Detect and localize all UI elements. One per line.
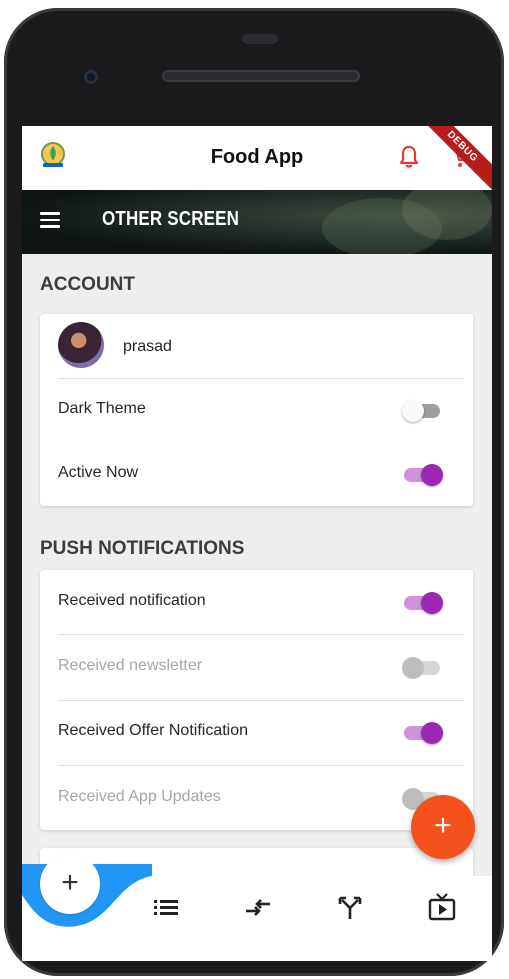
account-card: prasad Dark Theme Active Now [40, 314, 473, 506]
app-screen: Food App DEBUG OTHER SCREEN ACCOUNT pras… [22, 126, 492, 961]
phone-speaker [242, 34, 278, 44]
avatar[interactable] [58, 322, 104, 368]
received-newsletter-label: Received newsletter [58, 657, 203, 674]
received-offer-notification-label: Received Offer Notification [58, 722, 249, 739]
active-now-toggle[interactable] [402, 462, 443, 486]
hamburger-menu-icon[interactable] [40, 212, 60, 228]
nav-add-button[interactable]: + [40, 854, 100, 914]
earpiece-grille [162, 70, 360, 82]
screen-header: OTHER SCREEN [22, 190, 492, 254]
user-name: prasad [123, 338, 172, 355]
compare-arrows-icon[interactable] [242, 892, 274, 922]
list-icon[interactable] [150, 892, 182, 922]
bottom-navigation-bar: + [22, 854, 492, 961]
dark-theme-row[interactable]: Dark Theme [40, 378, 473, 442]
live-tv-icon[interactable] [426, 892, 458, 922]
dark-theme-toggle[interactable] [402, 398, 442, 422]
received-notification-label: Received notification [58, 592, 206, 609]
received-app-updates-label: Received App Updates [58, 788, 221, 805]
notifications-card: Received notification Received newslette… [40, 570, 473, 830]
push-notifications-section-title: PUSH NOTIFICATIONS [40, 538, 245, 559]
received-offer-notification-row[interactable]: Received Offer Notification [40, 700, 473, 764]
account-section-title: ACCOUNT [40, 274, 135, 295]
front-camera [84, 70, 98, 84]
received-app-updates-row: Received App Updates [40, 766, 473, 830]
received-notification-row[interactable]: Received notification [40, 570, 473, 634]
received-newsletter-row: Received newsletter [40, 635, 473, 699]
notification-bell-icon[interactable] [398, 144, 420, 170]
active-now-label: Active Now [58, 464, 139, 481]
add-fab-button[interactable]: + [411, 795, 475, 859]
app-bar: Food App DEBUG [22, 126, 492, 196]
screen-title: OTHER SCREEN [102, 208, 240, 230]
received-offer-notification-toggle[interactable] [402, 720, 443, 744]
app-title: Food App [210, 146, 304, 168]
call-split-icon[interactable] [334, 892, 366, 922]
dark-theme-label: Dark Theme [58, 400, 146, 417]
received-newsletter-toggle [402, 655, 442, 679]
active-now-row[interactable]: Active Now [40, 442, 473, 506]
user-profile-row[interactable]: prasad [40, 314, 473, 378]
received-notification-toggle[interactable] [402, 590, 443, 614]
